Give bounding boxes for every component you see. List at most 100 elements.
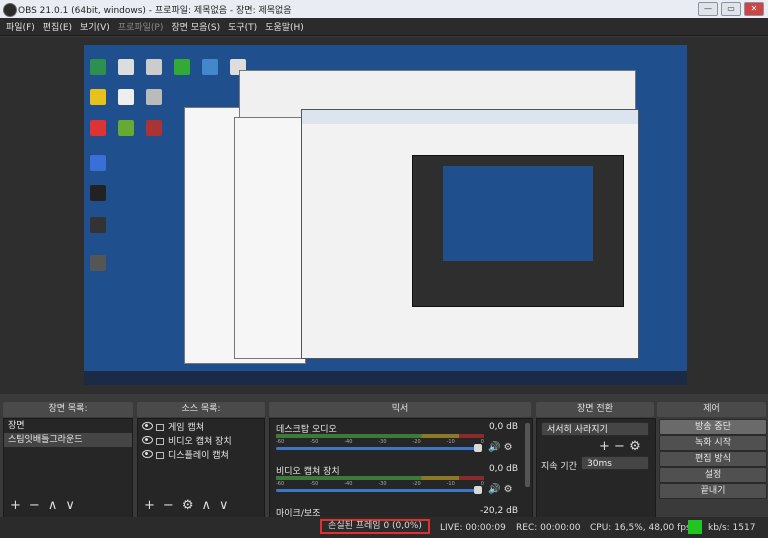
transitions-title: 장면 전환 bbox=[536, 402, 654, 417]
plus-icon[interactable]: + bbox=[144, 498, 155, 513]
obs-app-icon bbox=[3, 3, 17, 17]
desktop-icon bbox=[118, 120, 134, 136]
transition-toolbar: + − ⚙ bbox=[599, 439, 641, 454]
menu-tools[interactable]: 도구(T) bbox=[228, 20, 257, 33]
channel-icons: 🔊 ⚙ bbox=[488, 484, 513, 495]
minimize-button[interactable]: — bbox=[698, 2, 718, 16]
title-bar: OBS 21.0.1 (64bit, windows) - 프로파일: 제목없음… bbox=[0, 0, 768, 19]
bitrate: kb/s: 1517 bbox=[708, 523, 756, 533]
desktop-icon bbox=[90, 59, 106, 75]
lock-icon[interactable] bbox=[156, 437, 164, 445]
menu-profile[interactable]: 프로파일(P) bbox=[118, 20, 164, 33]
dock-titles: 장면 목록: 소스 목록: 믹서 장면 전환 제어 bbox=[0, 402, 768, 417]
status-bar: 손실된 프레임 0 (0,0%) LIVE: 00:00:09 REC: 00:… bbox=[0, 517, 768, 538]
rec-timer: REC: 00:00:00 bbox=[516, 523, 581, 533]
stop-streaming-button[interactable]: 방송 중단 bbox=[659, 419, 767, 435]
maximize-button[interactable]: ▭ bbox=[721, 2, 741, 16]
menu-bar: 파일(F) 편집(E) 보기(V) 프로파일(P) 장면 모음(S) 도구(T)… bbox=[0, 18, 768, 36]
duration-label: 지속 기간 bbox=[541, 462, 577, 472]
studio-mode-button[interactable]: 편집 방식 bbox=[659, 451, 767, 467]
desktop-icon bbox=[90, 217, 106, 233]
source-item[interactable]: 디스플레이 캡쳐 bbox=[138, 447, 264, 461]
up-arrow-icon[interactable]: ∧ bbox=[48, 498, 58, 513]
menu-help[interactable]: 도움말(H) bbox=[265, 20, 304, 33]
desktop-icon bbox=[174, 59, 190, 75]
desktop-icon bbox=[90, 185, 106, 201]
source-label: 게임 캡쳐 bbox=[168, 422, 204, 433]
mixer-panel: 데스크탑 오디오 0,0 dB -60 -50 -40 -30 -20 -10 0 🔊 ⚙ … bbox=[269, 418, 533, 519]
plus-icon[interactable]: + bbox=[599, 439, 610, 454]
scenes-title: 장면 목록: bbox=[3, 402, 133, 417]
channel-icons: 🔊 ⚙ bbox=[488, 442, 513, 453]
preview-canvas[interactable] bbox=[84, 45, 687, 385]
channel-db: 0,0 dB bbox=[488, 464, 518, 474]
mixer-scrollbar[interactable] bbox=[525, 423, 530, 487]
preview-area bbox=[0, 37, 768, 394]
scene-item[interactable]: 장면 bbox=[4, 419, 132, 433]
close-button[interactable]: ✕ bbox=[744, 2, 764, 16]
lock-icon[interactable] bbox=[156, 451, 164, 459]
scene-item[interactable]: 스팀잇배틀그라운드 bbox=[4, 433, 132, 447]
mixer-channel: 비디오 캡쳐 장치 0,0 dB -60 -50 -40 -30 -20 -10 0 🔊 ⚙ bbox=[276, 464, 526, 502]
cpu-fps: CPU: 16,5%, 48,00 fps bbox=[590, 523, 691, 533]
eye-icon[interactable] bbox=[142, 450, 153, 458]
gear-icon[interactable]: ⚙ bbox=[504, 484, 513, 495]
down-arrow-icon[interactable]: ∨ bbox=[65, 498, 75, 513]
volume-slider-handle[interactable] bbox=[474, 444, 482, 452]
settings-button[interactable]: 설정 bbox=[659, 467, 767, 483]
source-item[interactable]: 게임 캡쳐 bbox=[138, 419, 264, 433]
sources-toolbar: + − ⚙ ∧ ∨ bbox=[144, 498, 229, 513]
controls-title: 제어 bbox=[657, 402, 766, 417]
gear-icon[interactable]: ⚙ bbox=[504, 442, 513, 453]
speaker-icon[interactable]: 🔊 bbox=[488, 442, 500, 453]
source-item[interactable]: 비디오 캡쳐 장치 bbox=[138, 433, 264, 447]
minus-icon[interactable]: − bbox=[163, 498, 174, 513]
desktop-icon bbox=[202, 59, 218, 75]
volume-meter bbox=[276, 434, 484, 438]
source-label: 디스플레이 캡쳐 bbox=[168, 450, 229, 461]
desktop-icon bbox=[90, 155, 106, 171]
transitions-panel: 서서히 사라지기 + − ⚙ 지속 기간 30ms bbox=[536, 418, 656, 518]
desktop-taskbar bbox=[84, 371, 687, 385]
channel-db: 0,0 dB bbox=[488, 422, 518, 432]
meter-ticks: -60 -50 -40 -30 -20 -10 0 bbox=[276, 439, 484, 445]
volume-slider[interactable] bbox=[276, 447, 478, 450]
minus-icon[interactable]: − bbox=[29, 498, 40, 513]
volume-slider-handle[interactable] bbox=[474, 486, 482, 494]
desktop-icon bbox=[146, 59, 162, 75]
eye-icon[interactable] bbox=[142, 422, 153, 430]
plus-icon[interactable]: + bbox=[10, 498, 21, 513]
volume-slider[interactable] bbox=[276, 489, 478, 492]
start-recording-button[interactable]: 녹화 시작 bbox=[659, 435, 767, 451]
gear-icon[interactable]: ⚙ bbox=[629, 439, 641, 454]
up-arrow-icon[interactable]: ∧ bbox=[201, 498, 211, 513]
speaker-icon[interactable]: 🔊 bbox=[488, 484, 500, 495]
duration-input[interactable]: 30ms bbox=[581, 456, 649, 470]
volume-meter bbox=[276, 476, 484, 480]
lock-icon[interactable] bbox=[156, 423, 164, 431]
window-title: OBS 21.0.1 (64bit, windows) - 프로파일: 제목없음… bbox=[18, 6, 292, 16]
down-arrow-icon[interactable]: ∨ bbox=[219, 498, 229, 513]
eye-icon[interactable] bbox=[142, 436, 153, 444]
dropped-frames: 손실된 프레임 0 (0,0%) bbox=[320, 519, 430, 534]
source-label: 비디오 캡쳐 장치 bbox=[168, 436, 232, 447]
menu-edit[interactable]: 편집(E) bbox=[43, 20, 72, 33]
scenes-toolbar: + − ∧ ∨ bbox=[10, 498, 75, 513]
menu-view[interactable]: 보기(V) bbox=[80, 20, 110, 33]
mixer-channel: 데스크탑 오디오 0,0 dB -60 -50 -40 -30 -20 -10 0 🔊 ⚙ bbox=[276, 422, 526, 460]
exit-button[interactable]: 끝내기 bbox=[659, 483, 767, 499]
menu-file[interactable]: 파일(F) bbox=[6, 20, 35, 33]
desktop-icon bbox=[118, 89, 134, 105]
channel-db: -20,2 dB bbox=[479, 506, 518, 516]
desktop-icon bbox=[146, 120, 162, 136]
menu-scene-collection[interactable]: 장면 모음(S) bbox=[171, 20, 220, 33]
scenes-panel: 장면 스팀잇배틀그라운드 + − ∧ ∨ bbox=[3, 418, 133, 518]
desktop-icon bbox=[146, 89, 162, 105]
meter-ticks: -60 -50 -40 -30 -20 -10 0 bbox=[276, 481, 484, 487]
desktop-icon bbox=[90, 255, 106, 271]
transition-select[interactable]: 서서히 사라지기 bbox=[541, 422, 649, 436]
live-timer: LIVE: 00:00:09 bbox=[440, 523, 506, 533]
minus-icon[interactable]: − bbox=[614, 439, 625, 454]
gear-icon[interactable]: ⚙ bbox=[182, 498, 194, 513]
mixer-title: 믹서 bbox=[269, 402, 531, 417]
